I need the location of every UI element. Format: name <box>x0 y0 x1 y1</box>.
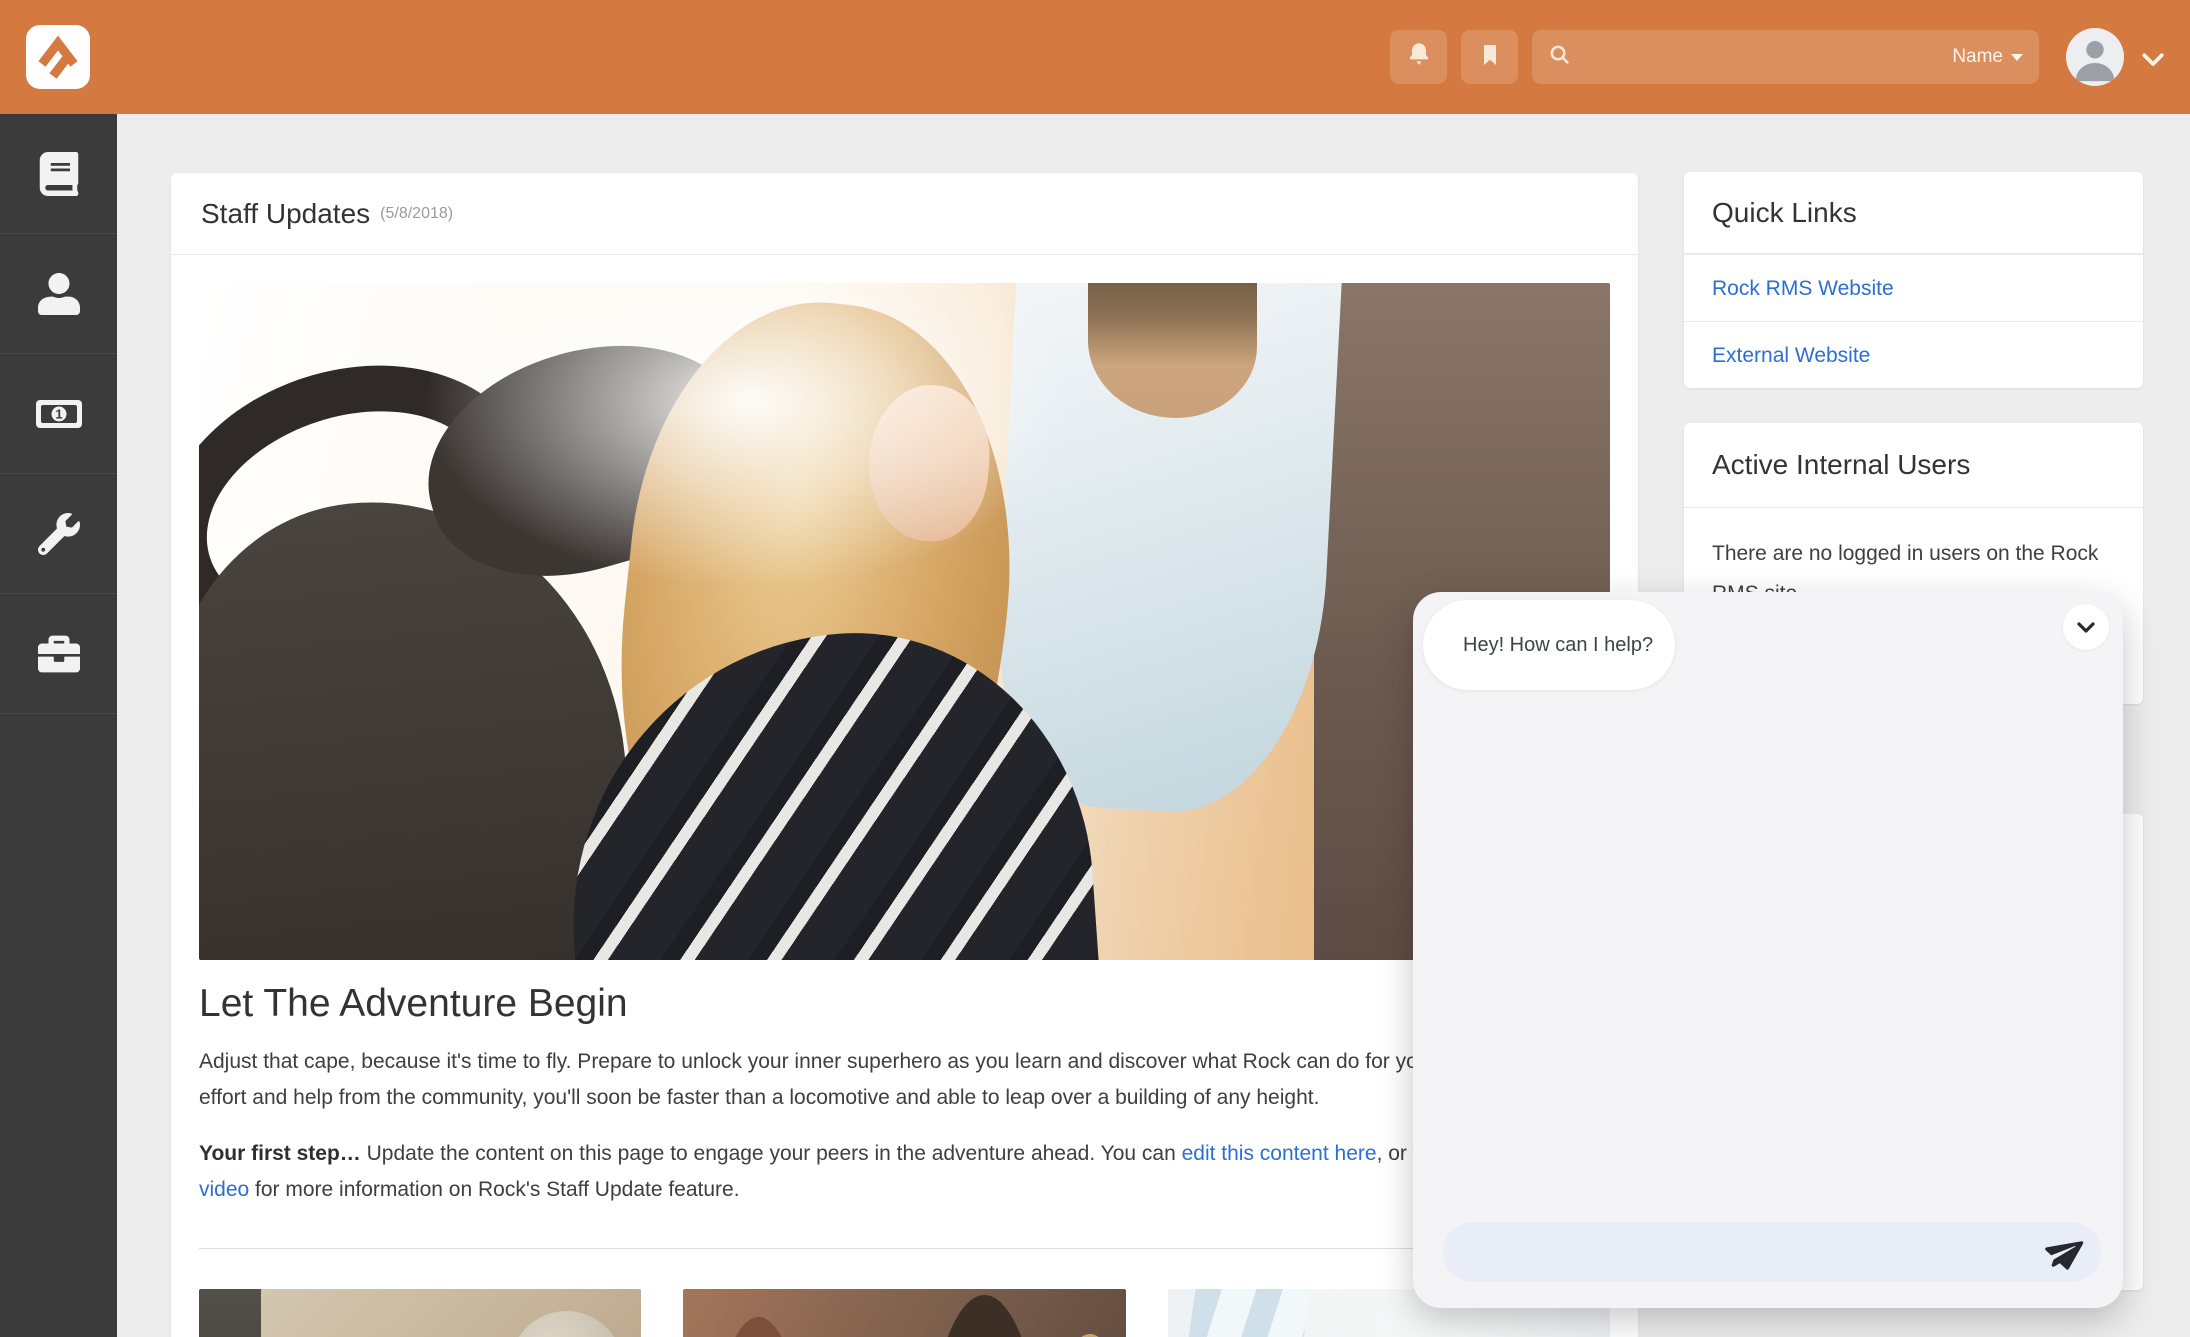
sidebar-item-intranet[interactable] <box>0 114 117 234</box>
sidebar-item-people[interactable] <box>0 234 117 354</box>
paragraph-line: Your first step… Update the content on t… <box>199 1136 1610 1172</box>
bell-icon <box>1405 41 1433 74</box>
article-thumbnails <box>199 1289 1610 1337</box>
search-input[interactable] <box>1583 45 1952 69</box>
chat-greeting-text: Hey! How can I help? <box>1463 634 1653 657</box>
caret-down-icon <box>2011 54 2023 61</box>
bookmarks-button[interactable] <box>1461 30 1518 84</box>
chat-widget: Hey! How can I help? <box>1413 592 2123 1308</box>
active-users-title: Active Internal Users <box>1712 449 1970 481</box>
chat-send-button[interactable] <box>2045 1235 2079 1269</box>
page: Name <box>0 0 2190 1337</box>
first-step-bold: Your first step… <box>199 1142 361 1165</box>
search-filter-label: Name <box>1952 46 2003 68</box>
active-users-empty-text: There are no logged in users on the Rock <box>1712 534 2115 574</box>
thumbnail-office-laptop[interactable] <box>199 1289 641 1337</box>
svg-text:1: 1 <box>55 406 62 421</box>
money-bill-icon: 1 <box>35 397 83 431</box>
card-title: Staff Updates <box>201 198 370 230</box>
global-search[interactable]: Name <box>1532 30 2039 84</box>
paragraph-line: video for more information on Rock's Sta… <box>199 1172 1610 1208</box>
avatar-icon <box>2066 28 2124 86</box>
article-title: Let The Adventure Begin <box>199 982 1610 1026</box>
quick-link-rock-rms-website[interactable]: Rock RMS Website <box>1684 254 2143 321</box>
staff-updates-header: Staff Updates (5/8/2018) <box>171 173 1638 255</box>
chat-input-bar[interactable] <box>1443 1222 2101 1282</box>
sidebar-item-finance[interactable]: 1 <box>0 354 117 474</box>
article-paragraph-2: Your first step… Update the content on t… <box>199 1136 1610 1208</box>
sidebar-item-tools[interactable] <box>0 474 117 594</box>
article-paragraph-1: Adjust that cape, because it's time to f… <box>199 1044 1610 1116</box>
search-filter-dropdown[interactable]: Name <box>1952 46 2023 68</box>
quick-links-title: Quick Links <box>1712 197 1857 229</box>
card-date: (5/8/2018) <box>380 205 453 223</box>
paper-plane-icon <box>2040 1230 2084 1274</box>
wrench-icon <box>38 513 80 555</box>
bookmark-icon <box>1478 42 1502 73</box>
rock-logo[interactable] <box>26 25 90 89</box>
briefcase-icon <box>38 633 80 675</box>
quick-links-header: Quick Links <box>1684 172 2143 254</box>
user-avatar[interactable] <box>2066 28 2124 86</box>
paragraph-line: effort and help from the community, you'… <box>199 1080 1610 1116</box>
quick-links-card: Quick Links Rock RMS Website External We… <box>1684 172 2143 388</box>
sidebar-item-workplace[interactable] <box>0 594 117 714</box>
hero-photo <box>199 283 1610 960</box>
chat-greeting-bubble: Hey! How can I help? <box>1423 600 1675 690</box>
chevron-down-icon <box>2074 615 2098 639</box>
person-icon <box>38 273 80 315</box>
divider <box>199 1248 1610 1249</box>
chevron-down-icon <box>2138 44 2168 74</box>
top-navbar: Name <box>0 0 2190 114</box>
edit-content-link[interactable]: edit this content here <box>1182 1142 1377 1165</box>
notifications-button[interactable] <box>1390 30 1447 84</box>
paragraph-line: Adjust that cape, because it's time to f… <box>199 1044 1610 1080</box>
active-users-header: Active Internal Users <box>1684 423 2143 508</box>
account-menu-toggle[interactable] <box>2138 44 2168 79</box>
left-nav: 1 <box>0 114 117 1337</box>
thumbnail-team-meeting[interactable] <box>683 1289 1125 1337</box>
search-icon <box>1548 43 1571 71</box>
book-icon <box>39 152 79 196</box>
video-link[interactable]: video <box>199 1178 249 1201</box>
chat-collapse-button[interactable] <box>2063 604 2109 650</box>
chat-message-input[interactable] <box>1465 1240 2033 1264</box>
rock-logo-icon <box>34 33 82 81</box>
quick-link-external-website[interactable]: External Website <box>1684 321 2143 388</box>
